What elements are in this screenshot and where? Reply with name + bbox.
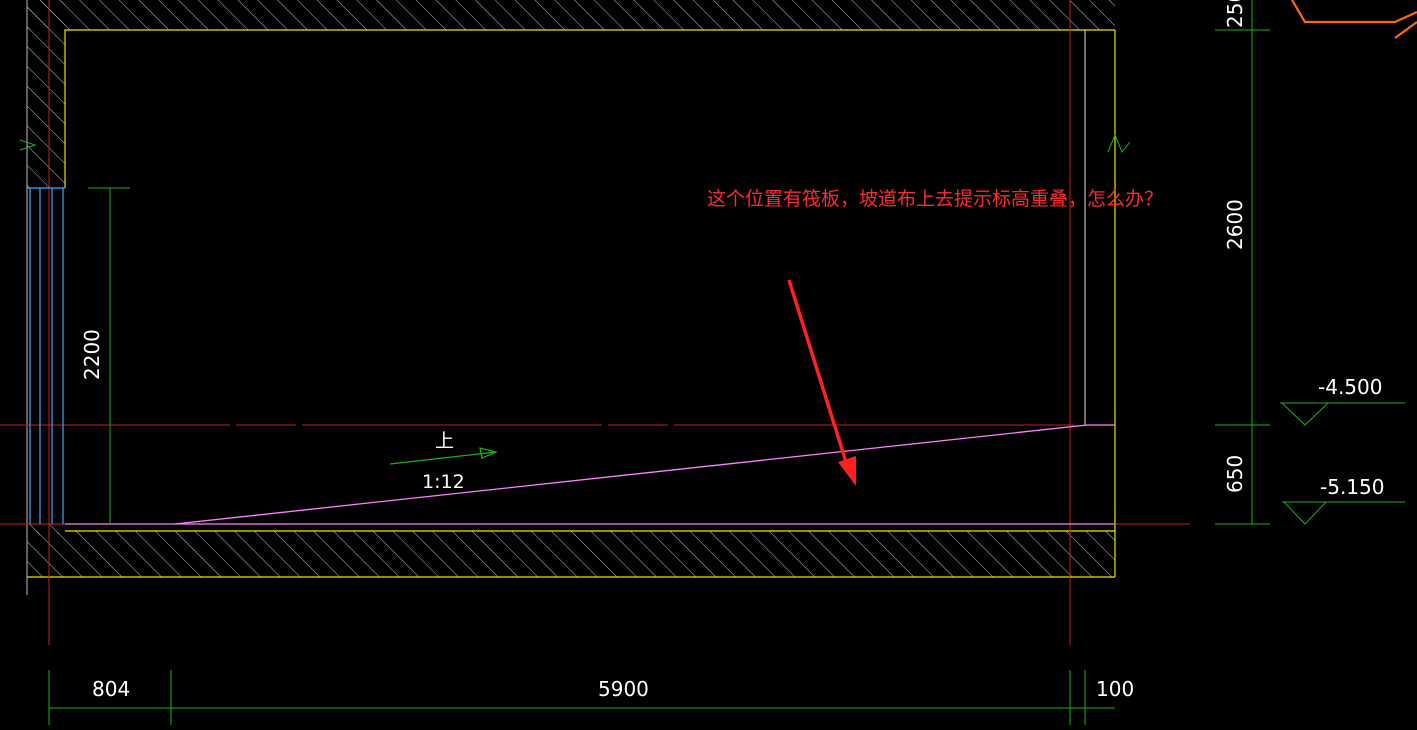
right-upper-dimension-label: 2600 bbox=[1223, 199, 1247, 250]
ramp-slope-line bbox=[174, 424, 1088, 525]
elevation-marker-lower bbox=[1282, 501, 1405, 525]
cad-drawing: 上 1:12 2200 250 2600 650 -4.500 -5.150 8… bbox=[0, 0, 1417, 725]
inner-top-outline bbox=[64, 29, 1115, 188]
bottom-dimensions bbox=[48, 670, 1115, 725]
bottom-dim-right-label: 100 bbox=[1096, 677, 1134, 701]
annotation-arrow-shaft bbox=[787, 279, 848, 463]
top-slab-hatch bbox=[27, 0, 1115, 30]
annotation-note: 这个位置有筏板，坡道布上去提示标高重叠，怎么办？ bbox=[707, 188, 1164, 210]
bottom-dim-left-label: 804 bbox=[92, 677, 130, 701]
left-dimension-label: 2200 bbox=[80, 329, 104, 380]
left-wall-bottom-hatch bbox=[27, 524, 65, 534]
break-symbol bbox=[1107, 133, 1131, 153]
bottom-slab-hatch bbox=[27, 531, 1115, 577]
left-wall-hatch bbox=[27, 0, 65, 188]
concrete-walls bbox=[27, 0, 1115, 577]
elevation-lower-triangle bbox=[1283, 501, 1327, 525]
elevation-lower-label: -5.150 bbox=[1320, 475, 1384, 499]
wall-outlines bbox=[27, 29, 1116, 578]
bottom-dim-middle-label: 5900 bbox=[598, 677, 649, 701]
annotation-arrowhead bbox=[838, 456, 856, 486]
elevation-upper-label: -4.500 bbox=[1318, 375, 1382, 399]
elevation-marker-upper bbox=[1280, 402, 1405, 426]
right-dimensions bbox=[19, 0, 1270, 525]
elevation-upper-triangle bbox=[1281, 402, 1329, 426]
orange-line bbox=[1394, 21, 1417, 39]
ramp-arrow-shaft bbox=[389, 451, 497, 465]
orange-detail bbox=[1291, 0, 1417, 39]
right-lower-dimension-label: 650 bbox=[1223, 455, 1247, 493]
ramp bbox=[65, 424, 1115, 525]
orange-polyline bbox=[1291, 0, 1417, 24]
railing bbox=[27, 187, 65, 524]
right-top-partial-label: 250 bbox=[1223, 0, 1247, 28]
ramp-direction-label: 上 bbox=[435, 430, 454, 452]
ramp-slope-label: 1:12 bbox=[422, 471, 465, 493]
annotation-arrow bbox=[787, 279, 856, 486]
